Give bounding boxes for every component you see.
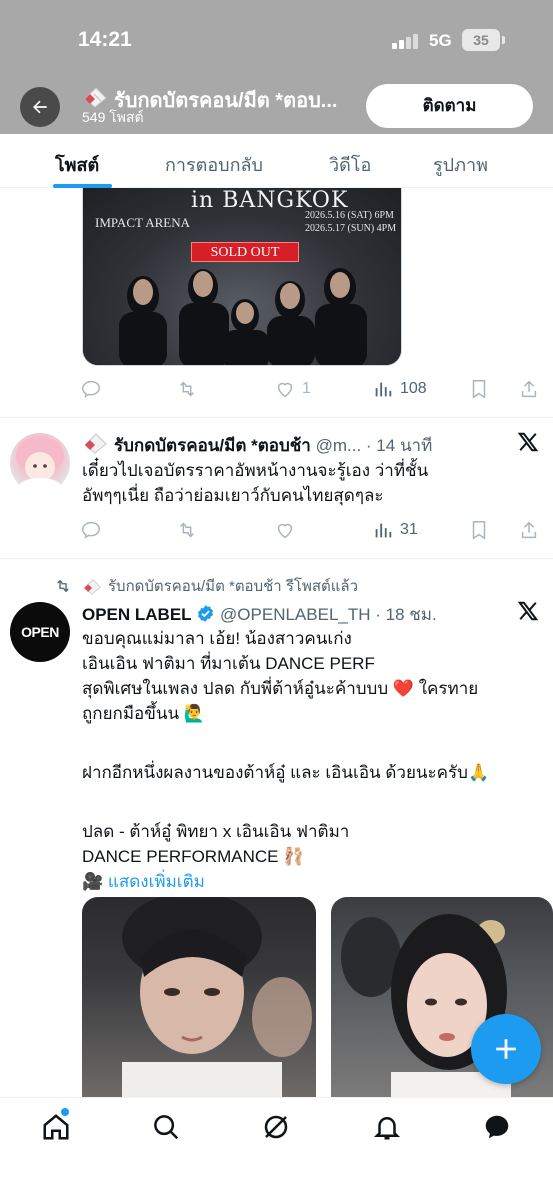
post1-actions: 1 108 [80,378,540,400]
show-more-link[interactable]: แสดงเพิ่มเติม [108,872,205,891]
post2-text: เดี๋ยวไปเจอบัตรราคาอัพหน้างานจะรู้เอง ว่… [82,458,428,508]
notification-dot [61,1108,69,1116]
verified-badge-icon [198,605,214,622]
status-time: 14:21 [78,28,132,51]
post-text-line: ขอบคุณแม่มาลา เอ้ย! น้องสาวคนเก่ง [82,629,352,648]
views-button[interactable]: 108 [372,378,427,400]
signal-icon [392,33,420,49]
post3-text: ขอบคุณแม่มาลา เอ้ย! น้องสาวคนเก่ง เอินเอ… [82,626,542,894]
reply-icon [82,521,100,539]
post-text-line: อัพๆๆเนี่ย ถือว่าย่อมเยาว์กับคนไทยสุดๆละ [82,486,384,505]
tab-photos[interactable]: รูปภาพ [433,150,488,179]
tab-videos[interactable]: วิดีโอ [329,150,371,179]
network-type: 5G [429,31,452,50]
post3-header: OPEN LABEL @OPENLABEL_TH · 18 ชม. [82,601,437,628]
messages-icon[interactable] [482,1112,512,1142]
repost-icon [57,579,69,593]
bookmark-button[interactable] [468,378,490,400]
view-count: 31 [400,521,418,538]
repost-button[interactable] [176,519,198,541]
post-text-line [82,785,542,819]
author-name[interactable]: OPEN LABEL [82,605,192,624]
openlabel-avatar[interactable]: OPEN [10,602,70,662]
author-name[interactable]: รับกดบัตรคอน/มีต *ตอบช้า [114,436,311,455]
post2-actions: 31 [80,519,540,541]
ticket-icon [84,87,107,108]
grok-x-icon[interactable] [517,600,539,622]
author-handle[interactable]: @OPENLABEL_TH [220,605,370,624]
like-count: 1 [302,380,311,397]
like-button[interactable]: 1 [274,378,311,400]
repost-icon [180,522,194,538]
plus-icon [496,1039,516,1059]
share-button[interactable] [518,378,540,400]
views-icon [375,382,392,397]
post-divider [0,558,553,559]
home-icon[interactable] [41,1112,71,1142]
author-handle[interactable]: @m... [316,436,362,455]
like-button[interactable] [274,519,296,541]
bookmark-button[interactable] [468,519,490,541]
media-thumbnail[interactable] [82,897,316,1097]
post-time: · 14 นาที [365,436,433,455]
battery-tip [502,36,505,44]
profile-tabs: โพสต์ การตอบกลับ วิดีโอ รูปภาพ [0,134,553,188]
post-text-line: DANCE PERFORMANCE 🩰 [82,847,305,866]
reply-icon [82,380,100,398]
battery-indicator: 35 [462,29,500,51]
views-icon [375,523,392,538]
post-time: · 18 ชม. [375,605,437,624]
ticket-icon [84,433,107,454]
follow-button[interactable]: ติดตาม [366,84,533,128]
post-text-line: ถูกยกมือขึ้นน 🙋‍♂️ [82,704,206,723]
back-button[interactable] [20,87,60,127]
camera-icon: 🎥 [82,872,104,891]
bell-icon[interactable] [372,1112,402,1142]
search-icon[interactable] [151,1112,181,1142]
heart-icon [277,523,293,539]
views-button[interactable]: 31 [372,519,418,541]
tab-posts[interactable]: โพสต์ [55,150,99,179]
profile-name: รับกดบัตรคอน/มีต *ตอบ... [114,90,338,112]
post-count: 549 โพสต์ [82,109,144,125]
avatar-illustration [16,437,64,493]
share-icon [521,521,537,539]
tab-replies[interactable]: การตอบกลับ [165,150,263,179]
repost-label: รับกดบัตรคอน/มีต *ตอบช้า รีโพสต์แล้ว [108,578,359,595]
arrow-left-icon [33,100,47,114]
post2-header: รับกดบัตรคอน/มีต *ตอบช้า @m... · 14 นาที [114,432,432,459]
repost-button[interactable] [176,378,198,400]
reply-button[interactable] [80,378,102,400]
compose-post-button[interactable] [471,1014,541,1084]
band-members-silhouettes [119,268,367,365]
post-text-line: สุดพิเศษในเพลง ปลด กับพี่ต้าห์อู๋นะค้าบบ… [82,679,479,698]
heart-icon [277,382,293,398]
bookmark-icon [472,380,486,399]
post-text-line: เอินเอิน ฟาติมา ที่มาเต้น DANCE PERF [82,654,375,673]
bottom-navigation [0,1097,553,1200]
post-text-line: ปลด - ต้าห์อู๋ พิทยา x เอินเอิน ฟาติมา [82,822,350,841]
user-avatar[interactable] [10,433,70,493]
share-button[interactable] [518,519,540,541]
post-text-line [82,726,542,760]
concert-poster-image[interactable]: in BANGKOK IMPACT ARENA 2026.5.16 (SAT) … [82,188,402,366]
grok-icon[interactable] [261,1112,291,1142]
view-count: 108 [400,380,427,397]
reply-button[interactable] [80,519,102,541]
post-divider [0,417,553,418]
post-text-line: ฝากอีกหนึ่งผลงานของต้าห์อู๋ และ เอินเอิน… [82,763,490,782]
repost-indicator[interactable]: รับกดบัตรคอน/มีต *ตอบช้า รีโพสต์แล้ว [54,574,358,598]
ticket-icon [83,578,102,595]
photo-man [122,897,312,1097]
grok-x-icon[interactable] [517,431,539,453]
bookmark-icon [472,521,486,540]
post-text-line: เดี๋ยวไปเจอบัตรราคาอัพหน้างานจะรู้เอง ว่… [82,461,429,480]
show-more-row: 🎥 แสดงเพิ่มเติม [82,869,542,894]
repost-icon [180,381,194,397]
share-icon [521,380,537,398]
